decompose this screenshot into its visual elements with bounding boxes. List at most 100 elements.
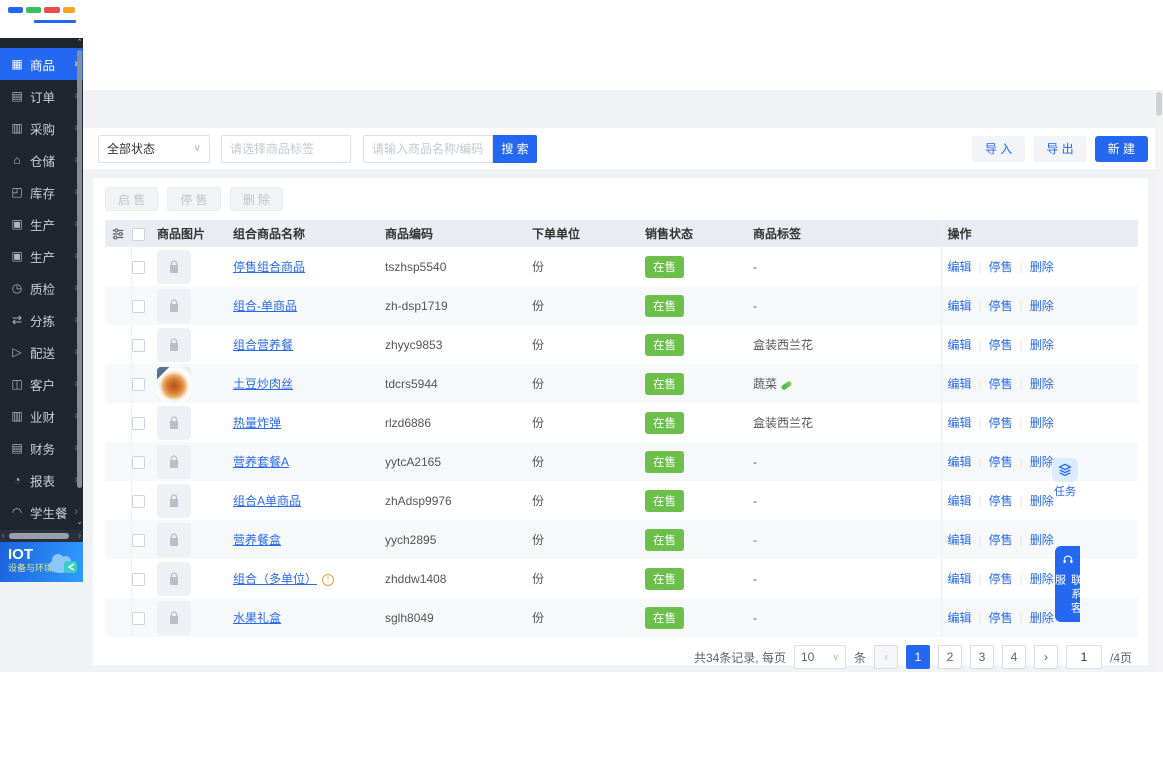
hscrollbar-thumb[interactable]	[9, 533, 69, 539]
bulk-enable-sale-button[interactable]: 启 售	[105, 187, 159, 211]
sidebar-item-warehouse[interactable]: ⌂仓储›	[0, 144, 83, 176]
sidebar-item-production-2[interactable]: ▣生产›	[0, 240, 83, 272]
scroll-up-icon[interactable]: ⌃	[76, 38, 83, 46]
edit-link[interactable]: 编辑	[948, 455, 972, 469]
page-size-select[interactable]: 10 ∨	[793, 645, 846, 669]
row-checkbox[interactable]	[131, 416, 145, 430]
stop-sale-link[interactable]: 停售	[989, 611, 1013, 625]
edit-link[interactable]: 编辑	[948, 572, 972, 586]
page-scrollbar[interactable]	[1155, 90, 1163, 672]
select-all-checkbox[interactable]	[131, 227, 145, 241]
contact-service-fab[interactable]: 联系客服	[1054, 546, 1082, 622]
row-checkbox[interactable]	[131, 260, 145, 274]
stop-sale-link[interactable]: 停售	[989, 338, 1013, 352]
edit-link[interactable]: 编辑	[948, 494, 972, 508]
delete-link[interactable]: 删除	[1030, 338, 1054, 352]
import-button[interactable]: 导 入	[971, 135, 1026, 162]
stop-sale-link[interactable]: 停售	[989, 416, 1013, 430]
keyword-input[interactable]	[363, 134, 493, 163]
create-button[interactable]: 新 建	[1094, 135, 1148, 162]
product-name-link[interactable]: 土豆炒肉丝	[233, 377, 293, 391]
scroll-right-icon[interactable]: ›	[78, 530, 81, 542]
row-checkbox[interactable]	[131, 533, 145, 547]
scroll-left-icon[interactable]: ‹	[2, 530, 5, 542]
edit-link[interactable]: 编辑	[948, 338, 972, 352]
sidebar-hscrollbar[interactable]: ‹ ›	[0, 530, 83, 542]
delete-link[interactable]: 删除	[1030, 572, 1054, 586]
tag-select-input[interactable]	[221, 134, 351, 163]
scroll-down-icon[interactable]: ⌄	[76, 518, 83, 526]
delete-link[interactable]: 删除	[1030, 377, 1054, 391]
page-scrollbar-thumb[interactable]	[1156, 92, 1162, 116]
product-name-link[interactable]: 组合营养餐	[233, 338, 293, 352]
edit-link[interactable]: 编辑	[948, 260, 972, 274]
sidebar-item-reports[interactable]: ◔报表›	[0, 464, 83, 496]
product-name-link[interactable]: 组合A单商品	[233, 494, 301, 508]
sidebar-item-orders[interactable]: ▤订单›	[0, 80, 83, 112]
inventory-icon: ◰	[11, 185, 23, 199]
delete-link[interactable]: 删除	[1030, 416, 1054, 430]
next-page-button[interactable]: ›	[1033, 645, 1058, 669]
row-checkbox[interactable]	[131, 611, 145, 625]
page-button-2[interactable]: 2	[937, 645, 962, 669]
status-select[interactable]: 全部状态 ∨	[98, 134, 210, 163]
stop-sale-link[interactable]: 停售	[989, 533, 1013, 547]
page-button-3[interactable]: 3	[969, 645, 994, 669]
search-button[interactable]: 搜 索	[493, 134, 537, 163]
product-name-link[interactable]: 营养餐盒	[233, 533, 281, 547]
page-button-1[interactable]: 1	[905, 645, 930, 669]
product-name-link[interactable]: 热量炸弹	[233, 416, 281, 430]
sidebar-item-finance[interactable]: ▤财务›	[0, 432, 83, 464]
product-name-link[interactable]: 停售组合商品	[233, 260, 305, 274]
sidebar-item-delivery[interactable]: ▷配送›	[0, 336, 83, 368]
row-checkbox[interactable]	[131, 572, 145, 586]
edit-link[interactable]: 编辑	[948, 611, 972, 625]
sidebar-item-business-finance[interactable]: ▥业财›	[0, 400, 83, 432]
row-checkbox[interactable]	[131, 494, 145, 508]
product-name-link[interactable]: 营养套餐A	[233, 455, 289, 469]
sidebar-item-student-meal[interactable]: ◠ 学生餐 ›	[0, 496, 83, 528]
delete-link[interactable]: 删除	[1030, 299, 1054, 313]
stop-sale-link[interactable]: 停售	[989, 572, 1013, 586]
stop-sale-link[interactable]: 停售	[989, 299, 1013, 313]
delete-link[interactable]: 删除	[1030, 533, 1054, 547]
order-unit: 份	[532, 494, 545, 508]
page-button-4[interactable]: 4	[1001, 645, 1026, 669]
stop-sale-link[interactable]: 停售	[989, 494, 1013, 508]
sidebar-item-goods[interactable]: ▦商品›	[0, 48, 83, 80]
edit-link[interactable]: 编辑	[948, 533, 972, 547]
page-jump-input[interactable]	[1065, 645, 1102, 669]
row-checkbox[interactable]	[131, 299, 145, 313]
task-fab[interactable]: 任务	[1048, 458, 1082, 499]
scrollbar-thumb[interactable]	[77, 50, 82, 488]
sidebar-item-customers[interactable]: ◫客户›	[0, 368, 83, 400]
prev-page-button[interactable]: ‹	[873, 645, 898, 669]
sidebar-item-inventory[interactable]: ◰库存›	[0, 176, 83, 208]
delete-link[interactable]: 删除	[1030, 260, 1054, 274]
table-row: 组合（多单位）! zhddw1408 份在售 - 编辑 | 停售 | 删除	[105, 559, 1138, 598]
sidebar-item-purchase[interactable]: ▥采购›	[0, 112, 83, 144]
export-button[interactable]: 导 出	[1033, 135, 1087, 162]
stop-sale-link[interactable]: 停售	[989, 455, 1013, 469]
row-checkbox[interactable]	[131, 338, 145, 352]
row-checkbox[interactable]	[131, 455, 145, 469]
sidebar-item-production-1[interactable]: ▣生产›	[0, 208, 83, 240]
bulk-delete-button[interactable]: 删 除	[229, 187, 284, 211]
stop-sale-link[interactable]: 停售	[989, 260, 1013, 274]
sidebar-scrollbar[interactable]: ⌃ ⌄	[76, 38, 83, 530]
bulk-stop-sale-button[interactable]: 停 售	[167, 187, 221, 211]
product-name-link[interactable]: 组合-单商品	[233, 299, 297, 313]
edit-link[interactable]: 编辑	[948, 299, 972, 313]
iot-banner[interactable]: IOT 设备与环境	[0, 542, 83, 582]
stop-sale-link[interactable]: 停售	[989, 377, 1013, 391]
delete-link[interactable]: 删除	[1030, 611, 1054, 625]
row-checkbox[interactable]	[131, 377, 145, 391]
sidebar-item-quality[interactable]: ◷质检›	[0, 272, 83, 304]
sidebar-item-sorting[interactable]: ⇄分拣›	[0, 304, 83, 336]
edit-link[interactable]: 编辑	[948, 416, 972, 430]
product-name-link[interactable]: 组合（多单位）	[233, 572, 317, 586]
product-name-link[interactable]: 水果礼盒	[233, 611, 281, 625]
customer-icon: ◫	[11, 377, 23, 391]
edit-link[interactable]: 编辑	[948, 377, 972, 391]
column-settings-icon[interactable]	[105, 227, 131, 241]
